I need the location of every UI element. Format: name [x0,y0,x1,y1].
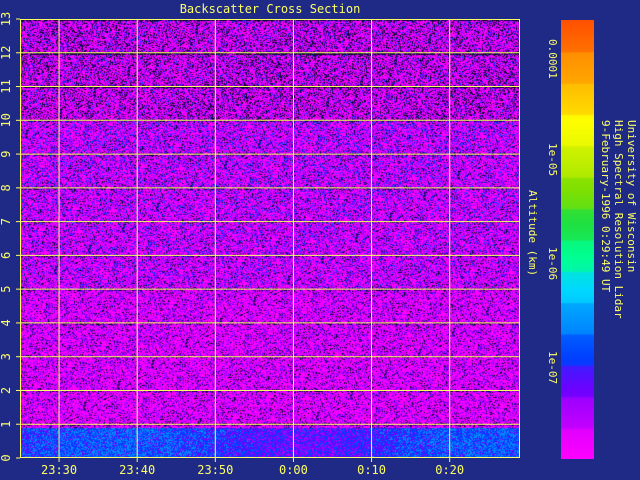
y-tick-label: 8 [0,184,13,191]
y-tick-label: 4 [0,319,13,326]
y-tick-label: 2 [0,387,13,394]
credit-university: University of Wisconsin [625,120,638,273]
credit-datetime: 9-February-1996 0:29:49 UT [599,120,612,293]
y-tick-label: 9 [0,150,13,157]
y-tick-label: 10 [0,113,13,127]
colorbar-labels: 1e-07 1e-06 1e-05 0.0001 [543,0,563,480]
y-tick-label: 1 [0,421,13,428]
x-tick-label: 23:40 [119,463,155,477]
colorbar [561,20,594,459]
credit-instrument: High Spectral Resolution Lidar [612,120,625,319]
x-tick-label: 0:10 [357,463,386,477]
colorbar-tick-label: 1e-07 [546,351,559,385]
y-tick-label: 7 [0,218,13,225]
x-tick-label: 23:30 [41,463,77,477]
y-tick-label: 3 [0,353,13,360]
y-tick-label: 12 [0,46,13,60]
credits-block: University of Wisconsin High Spectral Re… [599,120,640,440]
y-tick-label: 6 [0,252,13,259]
colorbar-tick-label: 1e-05 [546,143,559,177]
y-tick-label: 13 [0,12,13,26]
colorbar-tick-label: 1e-06 [546,247,559,281]
y-tick-label: 5 [0,286,13,293]
colorbar-tick-label: 0.0001 [546,39,559,80]
x-tick-label: 0:00 [279,463,308,477]
x-tick-label: 0:20 [435,463,464,477]
x-tick-label: 23:50 [197,463,233,477]
y-tick-label: 0 [0,454,13,461]
y-tick-label: 11 [0,79,13,93]
